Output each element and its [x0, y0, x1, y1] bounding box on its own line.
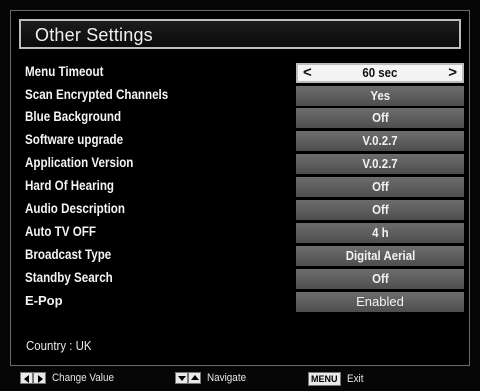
setting-label: Menu Timeout	[25, 64, 104, 79]
setting-value: Enabled	[356, 294, 404, 309]
hint-label: Navigate	[207, 372, 247, 385]
setting-label: Scan Encrypted Channels	[25, 87, 169, 102]
setting-value-bar[interactable]: Off	[296, 108, 464, 128]
hint-exit: MENU Exit	[308, 372, 365, 388]
setting-value: Off	[371, 271, 389, 286]
setting-value-bar[interactable]: Yes	[296, 86, 464, 106]
hint-navigate: Navigate	[175, 372, 250, 388]
setting-label: Standby Search	[25, 270, 113, 285]
setting-value-bar[interactable]: Off	[296, 200, 464, 220]
setting-value-bar[interactable]: Enabled	[296, 292, 464, 312]
setting-value: 4 h	[371, 225, 389, 240]
setting-value: V.0.2.7	[362, 156, 398, 171]
setting-value: Off	[371, 202, 389, 217]
footer-hints: Change Value Navigate MENU Exit	[0, 368, 480, 391]
hint-label: Change Value	[52, 372, 115, 385]
setting-value: Off	[371, 110, 389, 125]
setting-value-bar[interactable]: Off	[296, 177, 464, 197]
hint-change-value: Change Value	[20, 372, 121, 388]
setting-label: Hard Of Hearing	[25, 178, 115, 193]
setting-blue-background[interactable]: Blue Background Off	[11, 108, 471, 128]
setting-value: V.0.2.7	[362, 133, 398, 148]
setting-standby-search[interactable]: Standby Search Off	[11, 269, 471, 289]
setting-broadcast-type[interactable]: Broadcast Type Digital Aerial	[11, 246, 471, 266]
setting-value-bar[interactable]: V.0.2.7	[296, 131, 464, 151]
hint-label: Exit	[346, 373, 364, 385]
setting-hard-of-hearing[interactable]: Hard Of Hearing Off	[11, 177, 471, 197]
setting-value-bar[interactable]: Digital Aerial	[296, 246, 464, 266]
setting-value: Off	[371, 179, 389, 194]
setting-scan-encrypted-channels[interactable]: Scan Encrypted Channels Yes	[11, 86, 471, 106]
setting-value: Digital Aerial	[345, 248, 415, 263]
arrow-left-icon[interactable]: <	[303, 65, 312, 81]
menu-key-icon: MENU	[308, 372, 341, 386]
setting-value-bar[interactable]: V.0.2.7	[296, 154, 464, 174]
right-key-icon	[33, 372, 46, 385]
setting-label: Software upgrade	[25, 132, 124, 147]
setting-label: Blue Background	[25, 109, 122, 124]
setting-label: Audio Description	[25, 201, 125, 216]
up-key-icon	[188, 372, 201, 385]
left-key-icon	[20, 372, 33, 385]
setting-label: Auto TV OFF	[25, 224, 96, 239]
down-key-icon	[175, 372, 188, 385]
setting-e-pop[interactable]: E-Pop Enabled	[11, 292, 471, 312]
setting-auto-tv-off[interactable]: Auto TV OFF 4 h	[11, 223, 471, 243]
setting-menu-timeout[interactable]: Menu Timeout < 60 sec >	[11, 63, 471, 83]
title-bar: Other Settings	[19, 19, 461, 49]
setting-value: Yes	[370, 88, 390, 103]
country-label: Country : UK	[26, 338, 92, 353]
setting-label: Broadcast Type	[25, 247, 112, 262]
setting-value: 60 sec	[362, 65, 398, 80]
setting-value-selector[interactable]: < 60 sec >	[296, 63, 464, 83]
setting-value-bar[interactable]: Off	[296, 269, 464, 289]
setting-application-version[interactable]: Application Version V.0.2.7	[11, 154, 471, 174]
setting-label: Application Version	[25, 155, 134, 170]
settings-panel: Other Settings Menu Timeout < 60 sec > S…	[10, 10, 470, 366]
setting-value-bar[interactable]: 4 h	[296, 223, 464, 243]
setting-label: E-Pop	[25, 293, 63, 308]
arrow-right-icon[interactable]: >	[448, 65, 457, 81]
setting-audio-description[interactable]: Audio Description Off	[11, 200, 471, 220]
setting-software-upgrade[interactable]: Software upgrade V.0.2.7	[11, 131, 471, 151]
page-title: Other Settings	[35, 25, 153, 45]
